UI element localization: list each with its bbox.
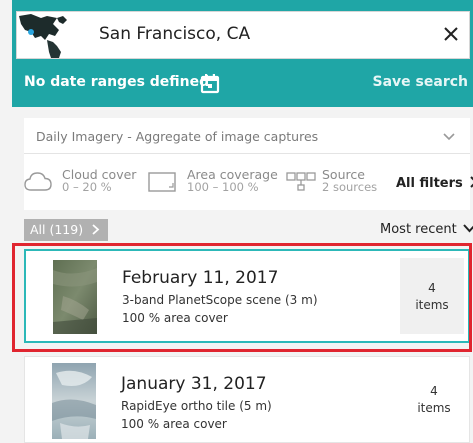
filter-panel: Daily Imagery - Aggregate of image captu… (24, 118, 473, 210)
map-thumbnail (17, 12, 79, 58)
chevron-down-icon (463, 224, 473, 233)
imagery-type-value: Daily Imagery - Aggregate of image captu… (36, 129, 319, 144)
area-icon (148, 172, 176, 192)
items-count: 4 (430, 384, 438, 398)
source-filter[interactable]: Source 2 sources (286, 166, 386, 200)
save-search-button[interactable]: Save search (373, 74, 468, 90)
cloud-icon (24, 172, 52, 191)
chevron-down-icon (442, 129, 456, 143)
result-description: 3-band PlanetScope scene (3 m) (122, 293, 318, 307)
result-coverage: 100 % area cover (122, 311, 228, 325)
chevron-right-icon (470, 176, 473, 188)
calendar-icon[interactable] (199, 73, 221, 95)
result-coverage: 100 % area cover (121, 417, 227, 431)
cloud-cover-value: 0 – 20 % (62, 180, 112, 194)
date-range-row: No date ranges defined Save search (24, 71, 470, 99)
area-coverage-value: 100 – 100 % (187, 180, 259, 194)
result-card[interactable]: February 11, 2017 3-band PlanetScope sce… (24, 249, 470, 343)
chevron-right-icon (92, 224, 100, 235)
location-search-box[interactable]: San Francisco, CA (16, 11, 470, 59)
scene-thumbnail (52, 363, 96, 439)
date-range-status: No date ranges defined (24, 74, 210, 90)
close-icon[interactable] (440, 23, 462, 45)
all-results-toggle[interactable]: All (119) (24, 219, 108, 241)
items-label: items (415, 298, 449, 312)
result-date: February 11, 2017 (122, 268, 279, 288)
items-count-box[interactable]: 4 items (400, 258, 464, 334)
all-filters-button[interactable]: All filters (396, 176, 473, 191)
items-label: items (417, 401, 451, 415)
sort-value: Most recent (380, 222, 457, 237)
result-card[interactable]: January 31, 2017 RapidEye ortho tile (5 … (24, 356, 470, 443)
items-count: 4 (428, 281, 436, 295)
source-icon (286, 172, 316, 191)
location-text: San Francisco, CA (99, 24, 251, 44)
result-description: RapidEye ortho tile (5 m) (121, 399, 272, 413)
result-date: January 31, 2017 (121, 374, 267, 394)
scene-thumbnail (53, 260, 97, 334)
all-filters-label: All filters (396, 176, 463, 191)
imagery-type-select[interactable]: Daily Imagery - Aggregate of image captu… (24, 118, 470, 154)
cloud-cover-filter[interactable]: Cloud cover 0 – 20 % (24, 166, 144, 200)
all-results-label: All (119) (30, 222, 84, 237)
area-coverage-filter[interactable]: Area coverage 100 – 100 % (148, 166, 278, 200)
source-value: 2 sources (322, 180, 378, 194)
sort-dropdown[interactable]: Most recent (380, 222, 473, 237)
items-count-box[interactable]: 4 items (409, 383, 459, 417)
